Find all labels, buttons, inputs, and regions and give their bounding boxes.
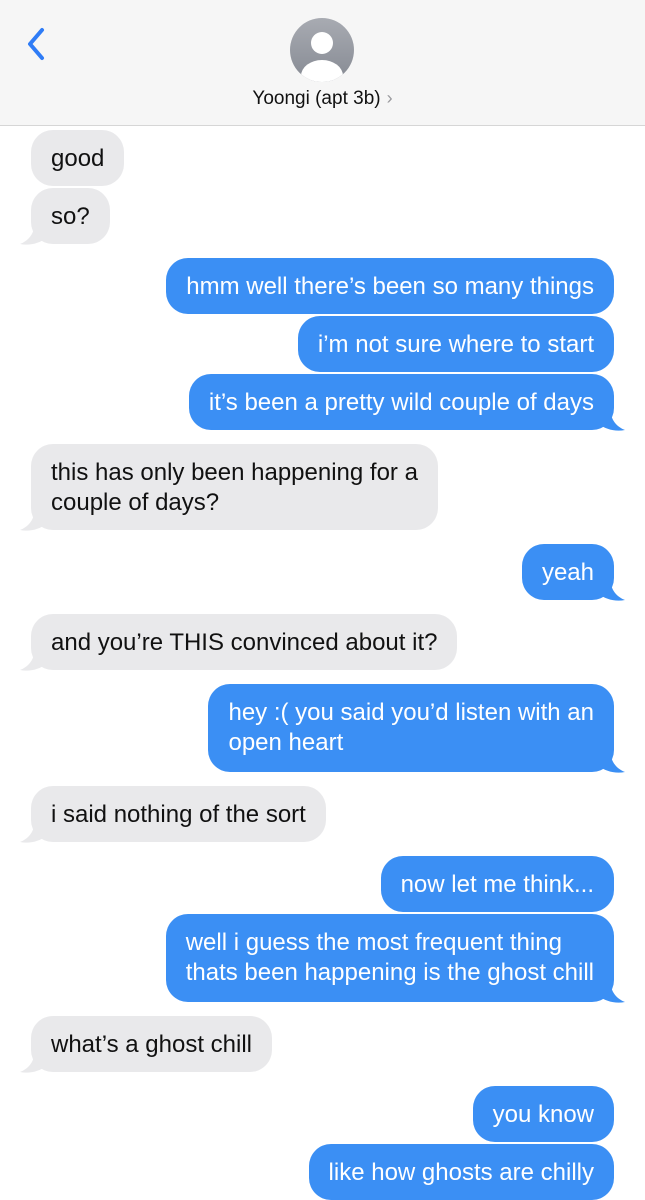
message-bubble-outgoing[interactable]: you know (472, 1086, 614, 1142)
contact-name: Yoongi (apt 3b) (252, 88, 381, 109)
bubble-tail-icon (20, 226, 46, 245)
message-bubble-incoming[interactable]: what’s a ghost chill (31, 1016, 272, 1072)
bubble-tail-icon (20, 512, 46, 531)
message-bubble-outgoing[interactable]: well i guess the most frequent thing tha… (165, 914, 614, 1002)
message-bubble-outgoing[interactable]: hmm well there’s been so many things (166, 258, 614, 314)
contact-name-button[interactable]: Yoongi (apt 3b) › (0, 88, 645, 110)
bubble-tail-icon (599, 984, 625, 1003)
chevron-right-icon: › (386, 88, 393, 108)
bubble-tail-icon (20, 824, 46, 843)
bubble-tail-icon (20, 1054, 46, 1073)
conversation-header: Yoongi (apt 3b) › (0, 0, 645, 126)
message-bubble-incoming[interactable]: i said nothing of the sort (31, 786, 326, 842)
bubble-tail-icon (599, 754, 625, 773)
bubble-tail-icon (20, 652, 46, 671)
message-bubble-incoming[interactable]: this has only been happening for a coupl… (31, 444, 438, 530)
bubble-tail-icon (599, 412, 625, 431)
back-button[interactable] (22, 24, 52, 64)
message-bubble-outgoing[interactable]: it’s been a pretty wild couple of days (188, 374, 614, 430)
chevron-left-icon (28, 28, 44, 60)
message-bubble-incoming[interactable]: and you’re THIS convinced about it? (31, 614, 458, 670)
message-bubble-outgoing[interactable]: hey :( you said you’d listen with an ope… (208, 684, 614, 772)
person-silhouette-icon (301, 32, 343, 82)
message-bubble-outgoing[interactable]: i’m not sure where to start (297, 316, 614, 372)
bubble-tail-icon (599, 582, 625, 601)
avatar[interactable] (290, 18, 354, 82)
message-bubble-outgoing[interactable]: like how ghosts are chilly (308, 1144, 614, 1200)
message-bubble-outgoing[interactable]: now let me think... (380, 856, 614, 912)
message-bubble-incoming[interactable]: good (31, 130, 125, 186)
